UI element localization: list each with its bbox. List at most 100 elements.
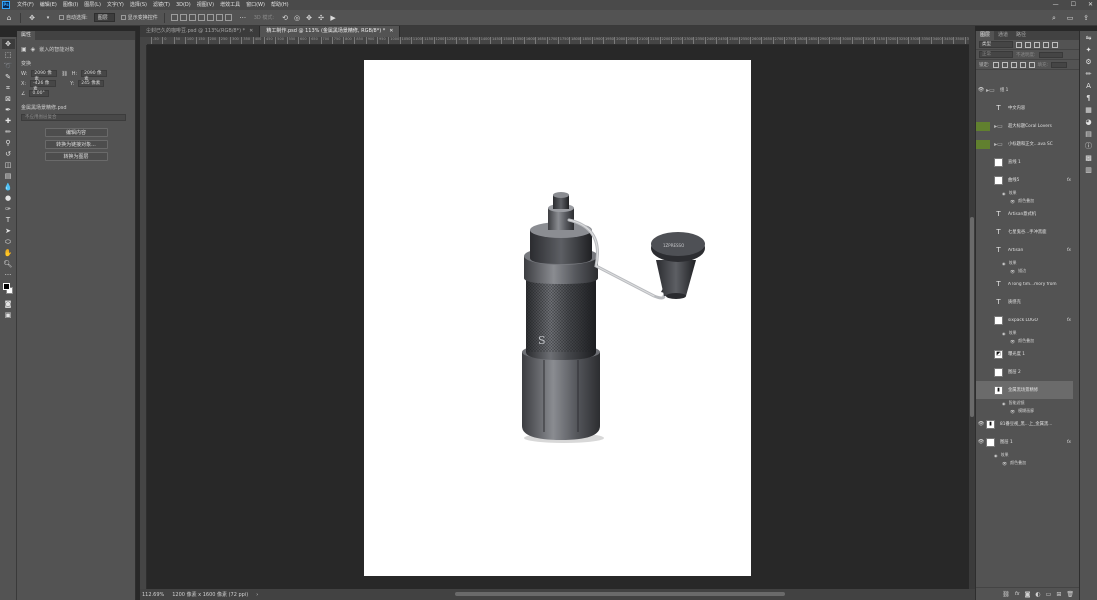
history-panel-icon[interactable]: ⇋ [1082,33,1095,43]
hand-tool-icon[interactable]: ✋ [2,248,15,258]
opacity-field[interactable] [1038,51,1063,58]
align-bottom-icon[interactable] [188,14,196,21]
crop-tool-icon[interactable]: ⌗ [2,83,15,93]
align-left-icon[interactable] [197,14,205,21]
x-field[interactable]: -426 像素 [30,80,57,92]
swatches-panel-icon[interactable]: ▦ [1082,105,1095,115]
blend-mode-dropdown[interactable]: 正常 [979,51,1013,58]
tab-channels[interactable]: 通道 [994,31,1012,40]
align-right-icon[interactable] [215,14,223,21]
color-panel-icon[interactable]: ◕ [1082,117,1095,127]
layer-row[interactable]: T 七星鬼谷...手冲黑鹿 [976,223,1073,241]
height-field[interactable]: 2090 像素 [81,70,108,82]
healing-brush-tool-icon[interactable]: ✚ [2,116,15,126]
dodge-tool-icon[interactable]: ● [2,193,15,203]
info-panel-icon[interactable]: ⓘ [1082,141,1095,151]
menu-layer[interactable]: 图层(L) [81,0,104,10]
photoshop-logo-icon[interactable]: Ps [2,1,10,9]
menu-image[interactable]: 图像(I) [60,0,81,10]
screen-mode-icon[interactable]: ▣ [2,310,15,320]
move-tool-icon[interactable]: ✥ [1,39,15,49]
effects-icon[interactable]: ◉ [1002,191,1006,196]
canvas-workspace[interactable]: S 1ZPRESSO [147,45,969,589]
learn-panel-icon[interactable]: ✦ [1082,45,1095,55]
adjustment-layer-icon[interactable]: ◐ [1035,591,1040,598]
path-select-tool-icon[interactable]: ➤ [2,226,15,236]
gradients-panel-icon[interactable]: ▥ [1082,165,1095,175]
scrollbar-thumb[interactable] [970,217,974,417]
checkbox-box[interactable] [59,15,64,20]
layer-row[interactable]: T A long tim...mory from [976,275,1073,293]
fx-badge[interactable]: fx [1067,248,1071,253]
3d-camera-icon[interactable]: ▶ [328,13,338,23]
menu-view[interactable]: 视图(V) [194,0,217,10]
close-icon[interactable]: ✕ [389,28,393,34]
delete-layer-icon[interactable]: 🗑︎ [1066,591,1074,598]
auto-select-checkbox[interactable]: 自动选择: [59,14,88,21]
layer-row[interactable]: ▸▭ 超大标题Coral Lovers [976,117,1073,135]
tab-properties[interactable]: 属性 [17,31,36,40]
layer-comp-dropdown[interactable]: 不应用图层复合 [21,114,126,121]
tab-layers[interactable]: 图层 [976,31,995,40]
layer-effect-row[interactable]: 👁︎ 颜色叠加 [976,337,1073,345]
type-tool-icon[interactable]: T [2,215,15,225]
lock-artboard-icon[interactable] [1019,61,1026,68]
visibility-eye-icon[interactable]: 👁︎ [976,421,986,427]
doc-tab-active[interactable]: 精工制作.psd @ 113% (金属黑场景精修, RGB/8*) * ✕ [260,26,401,37]
tab-paths[interactable]: 路径 [1012,31,1030,40]
document-canvas[interactable]: S 1ZPRESSO [364,60,751,576]
zoom-tool-icon[interactable]: 🔍︎ [2,259,15,269]
move-tool-icon[interactable]: ✥ [27,13,37,23]
adjust-panel-icon[interactable]: ⚙ [1082,57,1095,67]
vertical-ruler[interactable] [140,45,147,589]
effect-eye-icon[interactable]: 👁︎ [1010,409,1015,414]
3d-slide-icon[interactable]: ✣ [316,13,326,23]
lasso-tool-icon[interactable]: ➰ [2,61,15,71]
visibility-eye-icon[interactable]: 👁︎ [976,87,986,93]
layer-row[interactable]: 图层 2 [976,363,1073,381]
horizontal-ruler[interactable]: -50 0 50 100 150 200 250 300 350 400 450 500 550 600 6… [147,37,969,45]
3d-pan-icon[interactable]: ✥ [304,13,314,23]
layer-style-button[interactable]: fx [1015,591,1020,597]
effects-icon[interactable]: ◉ [994,453,998,458]
menu-filter[interactable]: 滤镜(T) [150,0,173,10]
zoom-level[interactable]: 112.69% [142,592,164,598]
edit-toolbar-icon[interactable]: ··· [2,270,15,280]
layer-row[interactable]: T Artisan fx [976,241,1073,259]
close-icon[interactable]: ✕ [1088,0,1093,10]
shape-tool-icon[interactable]: ⬭ [2,237,15,247]
layer-effect-row[interactable]: ◉ 智能滤镜 [976,399,1073,407]
3d-orbit-icon[interactable]: ⟲ [280,13,290,23]
home-icon[interactable]: ⌂ [4,13,14,23]
menu-select[interactable]: 选择(S) [127,0,150,10]
auto-select-dropdown[interactable]: 图层 [93,13,115,22]
layer-effect-row[interactable]: 👁︎ 颜色叠加 [976,459,1073,467]
edit-contents-button[interactable]: 编辑内容 [44,128,108,137]
filter-adjust-icon[interactable] [1025,41,1031,48]
width-field[interactable]: 2090 像素 [31,70,58,82]
layer-row[interactable]: ▮ 金属黑场景精修 [976,381,1073,399]
clone-stamp-tool-icon[interactable]: ⚲ [2,138,15,148]
lock-position-icon[interactable] [1010,61,1017,68]
layer-effect-row[interactable]: 👁︎ 模糊画廊 [976,407,1073,415]
styles-panel-icon[interactable]: ▩ [1082,153,1095,163]
character-panel-icon[interactable]: A [1082,81,1095,91]
layer-list[interactable]: 👁︎ ▸▭ 组 1 T 中文内容 ▸▭ 超大标题Coral Lovers ▸▭ 小标题和正文..… [976,81,1076,600]
effect-eye-icon[interactable]: 👁︎ [1010,339,1015,344]
gradient-tool-icon[interactable]: ▤ [2,171,15,181]
effect-eye-icon[interactable]: 👁︎ [1010,269,1015,274]
menu-edit[interactable]: 编辑(E) [37,0,60,10]
lock-pixels-icon[interactable] [992,61,999,68]
foreground-color-swatch[interactable] [2,283,10,290]
layer-row[interactable]: 直线 1 [976,153,1073,171]
menu-plugins[interactable]: 增效工具 [217,0,243,10]
filter-type-icon[interactable] [1034,41,1040,48]
frame-tool-icon[interactable]: ⊠ [2,94,15,104]
layer-effect-row[interactable]: ◉ 效果 [976,259,1073,267]
effects-icon[interactable]: ◉ [1002,261,1006,266]
layer-row[interactable]: 曲线5 fx [976,171,1073,189]
layer-row[interactable]: T Artisan意式机 [976,205,1073,223]
eyedropper-tool-icon[interactable]: ✒ [2,105,15,115]
color-swatches[interactable] [2,283,15,295]
quick-select-tool-icon[interactable]: ✎ [2,72,15,82]
